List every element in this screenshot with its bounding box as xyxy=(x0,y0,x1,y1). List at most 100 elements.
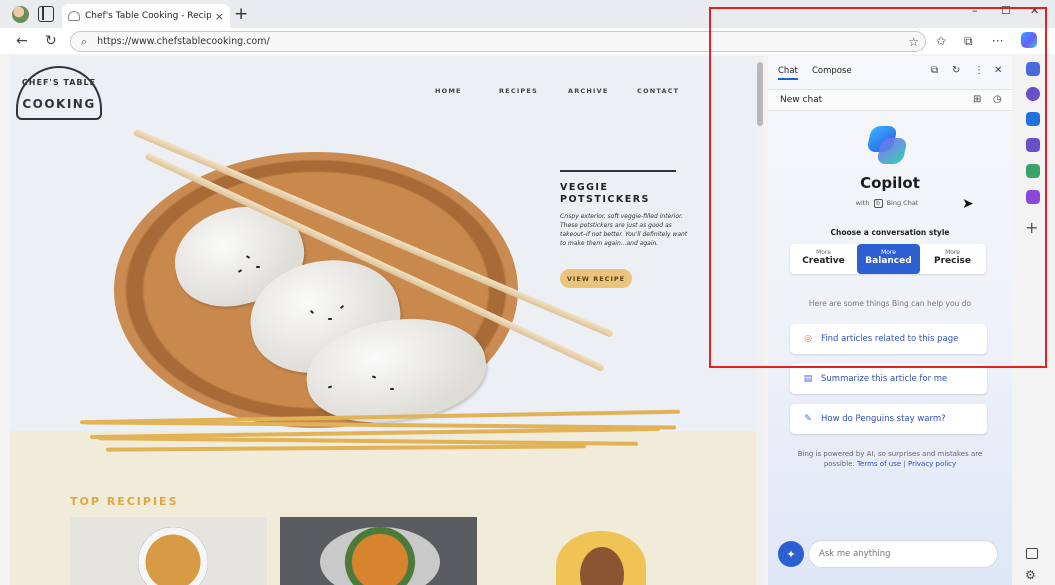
address-bar-row: ← ↻ ⌕ https://www.chefstablecooking.com/… xyxy=(0,28,1055,54)
suggestion-text: How do Penguins stay warm? xyxy=(821,414,946,424)
sidebar-app-strip: + ⚙ xyxy=(1014,56,1055,585)
soup-bowl-image xyxy=(138,527,208,585)
suggestion-find-articles[interactable]: ◎ Find articles related to this page xyxy=(790,324,987,354)
copilot-toolbar-icon[interactable] xyxy=(1021,32,1037,48)
recipe-card-stirfry[interactable] xyxy=(280,517,477,585)
sesame-seed xyxy=(256,266,260,268)
nav-link-contact[interactable]: CONTACT xyxy=(637,87,679,95)
view-recipe-button[interactable]: VIEW RECIPE xyxy=(560,269,632,288)
subtitle-brand: Bing Chat xyxy=(886,199,919,207)
ai-disclaimer: Bing is powered by AI, so surprises and … xyxy=(788,449,992,469)
chef-face xyxy=(580,547,624,585)
suggestion-text: Find articles related to this page xyxy=(821,334,959,344)
profile-avatar[interactable] xyxy=(12,6,29,23)
tag-icon[interactable] xyxy=(1026,62,1040,76)
back-arrow-icon[interactable]: ← xyxy=(16,33,28,49)
nav-link-archive[interactable]: ARCHIVE xyxy=(568,87,609,95)
outlook-icon[interactable] xyxy=(1026,112,1040,126)
minimize-button[interactable]: – xyxy=(972,4,978,17)
style-more-label: More xyxy=(945,249,960,256)
style-label: Precise xyxy=(933,256,972,266)
grid-icon[interactable]: ⊞ xyxy=(973,94,981,105)
suggestion-penguins[interactable]: ✎ How do Penguins stay warm? xyxy=(790,404,987,434)
subtitle-with: with xyxy=(855,199,870,207)
open-in-new-icon[interactable]: ⧉ xyxy=(931,65,938,76)
style-label: Balanced xyxy=(865,256,912,266)
privacy-policy-link[interactable]: Privacy policy xyxy=(908,460,956,468)
logo-top-text: CHEF'S TABLE xyxy=(21,78,97,87)
suggestion-summarize[interactable]: ▤ Summarize this article for me xyxy=(790,364,987,394)
add-favorite-icon[interactable]: ☆ xyxy=(908,35,919,49)
tab-actions-icon[interactable] xyxy=(38,6,54,22)
style-balanced-button[interactable]: More Balanced xyxy=(857,244,920,274)
tab-chat[interactable]: Chat xyxy=(778,66,798,80)
more-vertical-icon[interactable]: ⋮ xyxy=(974,65,984,76)
recipe-card-soup[interactable] xyxy=(70,517,267,585)
refresh-icon[interactable]: ↻ xyxy=(952,65,960,76)
tab-compose[interactable]: Compose xyxy=(812,66,852,76)
settings-gear-icon[interactable]: ⚙ xyxy=(1025,568,1036,582)
games-icon[interactable] xyxy=(1026,190,1040,204)
hero-section: CHEF'S TABLE COOKING HOME RECIPES ARCHIV… xyxy=(10,56,762,433)
sesame-seed xyxy=(390,388,394,390)
decorative-wave xyxy=(105,444,587,452)
style-more-label: More xyxy=(816,249,831,256)
conversation-style-heading: Choose a conversation style xyxy=(830,228,950,237)
style-precise-button[interactable]: More Precise xyxy=(921,244,984,274)
style-more-label: More xyxy=(881,249,896,256)
hide-sidebar-icon[interactable] xyxy=(1026,548,1038,559)
site-favicon-icon xyxy=(68,11,80,21)
chat-bubble-icon: ✎ xyxy=(804,414,812,424)
mouse-cursor-icon: ➤ xyxy=(962,196,974,212)
maximize-button[interactable]: ☐ xyxy=(1001,4,1011,17)
link-separator: | xyxy=(903,460,906,468)
tab-title: Chef's Table Cooking - Recipe ideas xyxy=(85,11,211,21)
sesame-seed xyxy=(328,318,332,320)
tools-icon[interactable] xyxy=(1026,138,1040,152)
ask-input[interactable] xyxy=(808,540,998,568)
new-chat-label[interactable]: New chat xyxy=(780,95,822,105)
logo-main-text: COOKING xyxy=(22,97,96,111)
style-creative-button[interactable]: More Creative xyxy=(792,244,855,274)
shopping-icon[interactable] xyxy=(1026,164,1040,178)
nav-link-recipes[interactable]: RECIPES xyxy=(499,87,538,95)
site-logo[interactable]: CHEF'S TABLE COOKING xyxy=(16,66,102,120)
url-text: https://www.chefstablecooking.com/ xyxy=(97,36,270,47)
recipe-description: Crispy exterior, soft veggie-filled inte… xyxy=(560,213,688,247)
close-sidebar-icon[interactable]: ✕ xyxy=(994,65,1002,76)
browser-tab[interactable]: Chef's Table Cooking - Recipe ideas × xyxy=(62,4,230,28)
recipe-divider xyxy=(560,170,676,172)
office-icon[interactable] xyxy=(1026,87,1040,101)
terms-of-use-link[interactable]: Terms of use xyxy=(857,460,901,468)
url-field[interactable]: ⌕ https://www.chefstablecooking.com/ ☆ xyxy=(70,31,926,52)
document-icon: ▤ xyxy=(803,374,813,384)
reload-icon[interactable]: ↻ xyxy=(45,33,57,49)
conversation-style-selector: More Creative More Balanced More Precise xyxy=(790,244,986,274)
web-page: CHEF'S TABLE COOKING HOME RECIPES ARCHIV… xyxy=(10,56,762,585)
stirfry-plate-image xyxy=(320,527,440,585)
search-icon: ⌕ xyxy=(81,34,88,48)
style-label: Creative xyxy=(802,256,845,266)
window-close-button[interactable]: ✕ xyxy=(1030,4,1039,17)
page-scroll-thumb[interactable] xyxy=(757,62,763,126)
section-title: TOP RECIPIES xyxy=(70,495,179,508)
target-icon: ◎ xyxy=(804,334,812,344)
chef-portrait-image xyxy=(556,531,646,585)
more-options-icon[interactable]: ··· xyxy=(992,34,1003,48)
history-icon[interactable]: ◷ xyxy=(993,94,1002,105)
copilot-sidebar: Chat Compose ⧉ ↻ ⋮ ✕ New chat ⊞ ◷ Copilo… xyxy=(768,56,1012,585)
favorites-icon[interactable]: ✩ xyxy=(936,34,946,48)
chat-compose-bar: ✦ xyxy=(778,540,1002,568)
bing-logo-icon: b xyxy=(873,199,883,208)
new-tab-button[interactable]: + xyxy=(234,4,248,24)
page-scrollbar[interactable] xyxy=(756,56,764,585)
new-chat-bar: New chat ⊞ ◷ xyxy=(768,89,1012,111)
tab-close-icon[interactable]: × xyxy=(215,10,224,23)
recipe-title: VEGGIE POTSTICKERS xyxy=(560,182,650,205)
collections-icon[interactable]: ⧉ xyxy=(964,34,973,49)
tab-bar: Chef's Table Cooking - Recipe ideas × + … xyxy=(0,0,1055,28)
new-topic-icon[interactable]: ✦ xyxy=(778,541,804,567)
suggestion-text: Summarize this article for me xyxy=(821,374,948,384)
add-app-icon[interactable]: + xyxy=(1025,218,1038,237)
nav-link-home[interactable]: HOME xyxy=(435,87,462,95)
